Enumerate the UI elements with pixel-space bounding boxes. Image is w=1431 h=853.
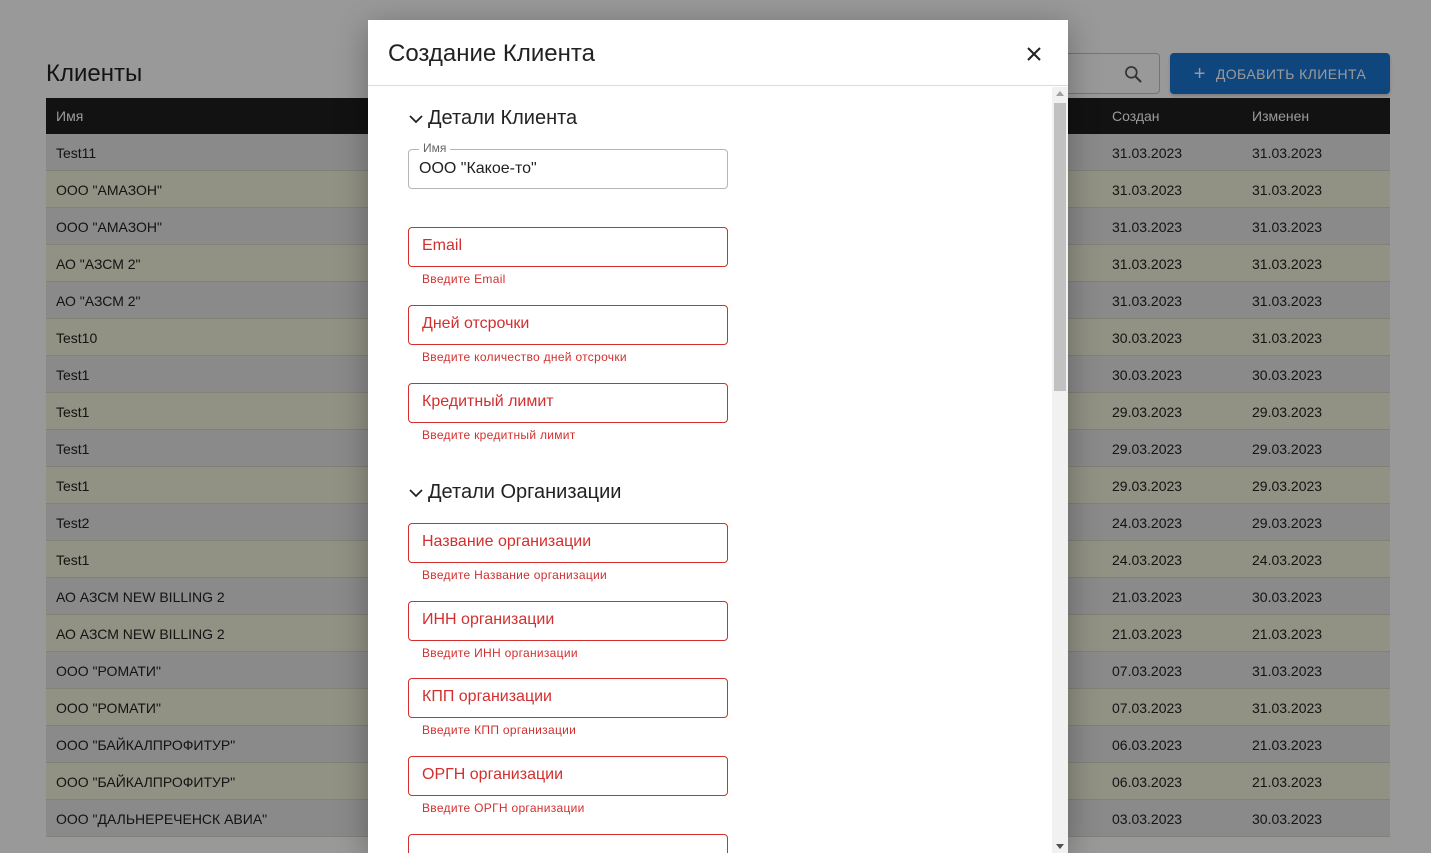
create-client-dialog: Создание Клиента Детали Клиента Имя ООО … <box>368 20 1068 853</box>
section-organization-details[interactable]: Детали Организации <box>408 481 621 504</box>
org-name-field-helper: Введите Название организации <box>422 568 608 582</box>
dialog-title: Создание Клиента <box>388 40 595 67</box>
section-client-details-label: Детали Клиента <box>428 107 578 129</box>
dialog-scrollbar[interactable] <box>1052 87 1068 853</box>
payment-delay-field[interactable]: Дней отсрочки <box>408 305 728 345</box>
org-inn-field-helper: Введите ИНН организации <box>422 646 578 660</box>
org-ogrn-field[interactable]: ОРГН организации <box>408 756 728 796</box>
email-field-label: Email <box>422 237 463 254</box>
chevron-down-icon <box>409 488 423 497</box>
close-button[interactable] <box>1018 38 1050 70</box>
payment-delay-field-helper: Введите количество дней отсрочки <box>422 350 627 364</box>
name-field[interactable]: Имя ООО "Какое-то" <box>408 141 728 189</box>
scroll-down-arrow-icon[interactable] <box>1056 844 1064 849</box>
org-kpp-field-helper: Введите КПП организации <box>422 723 577 737</box>
name-field-value: ООО "Какое-то" <box>419 160 537 177</box>
email-field-helper: Введите Email <box>422 272 506 286</box>
credit-limit-field-label: Кредитный лимит <box>422 393 554 410</box>
org-kpp-field[interactable]: КПП организации <box>408 678 728 718</box>
next-field-partial[interactable] <box>408 834 728 853</box>
org-kpp-field-label: КПП организации <box>422 688 552 705</box>
chevron-down-icon <box>409 114 423 123</box>
org-inn-field-label: ИНН организации <box>422 611 555 628</box>
org-inn-field[interactable]: ИНН организации <box>408 601 728 641</box>
section-organization-details-label: Детали Организации <box>428 481 622 503</box>
org-name-field[interactable]: Название организации <box>408 523 728 563</box>
email-field[interactable]: Email <box>408 227 728 267</box>
scrollbar-thumb[interactable] <box>1054 103 1066 391</box>
credit-limit-field[interactable]: Кредитный лимит <box>408 383 728 423</box>
name-field-label: Имя <box>419 141 451 155</box>
dialog-header: Создание Клиента <box>368 20 1068 86</box>
credit-limit-field-helper: Введите кредитный лимит <box>422 428 576 442</box>
payment-delay-field-label: Дней отсрочки <box>422 315 530 332</box>
dialog-body: Детали Клиента Имя ООО "Какое-то" Email … <box>368 87 1068 853</box>
section-client-details[interactable]: Детали Клиента <box>408 107 577 130</box>
org-ogrn-field-label: ОРГН организации <box>422 766 564 783</box>
org-name-field-label: Название организации <box>422 533 592 550</box>
scroll-up-arrow-icon[interactable] <box>1056 91 1064 96</box>
close-icon <box>1027 47 1041 61</box>
org-ogrn-field-helper: Введите ОРГН организации <box>422 801 585 815</box>
